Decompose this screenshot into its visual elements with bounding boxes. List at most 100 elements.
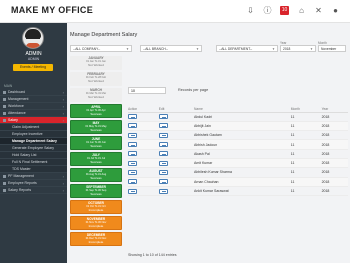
per-page-select[interactable]: 10 bbox=[128, 87, 166, 94]
branch-select[interactable]: --ALL BRANCH-- ▼ bbox=[140, 45, 202, 52]
edit-button[interactable] bbox=[158, 132, 168, 138]
user-icon[interactable]: ● bbox=[331, 6, 340, 15]
menu-icon bbox=[3, 189, 6, 192]
cell-month: 11 bbox=[290, 186, 322, 197]
year-select[interactable]: 2018 ▼ bbox=[280, 45, 316, 52]
sidebar-item[interactable]: Manage Department Salary bbox=[0, 138, 67, 145]
chevron-right-icon: › bbox=[62, 90, 64, 95]
action-button[interactable] bbox=[128, 188, 137, 194]
chevron-down-icon: ▼ bbox=[310, 47, 313, 51]
sidebar-item[interactable]: TDS Master bbox=[0, 166, 67, 173]
table-row: Abhilesh Kumar Sharma 11 2018 bbox=[128, 167, 348, 178]
cell-month: 11 bbox=[290, 130, 322, 141]
month-list: JANUARY 01 Jan To 31 Jan Not Worked FEBRUAR… bbox=[70, 56, 122, 248]
sidebar-item[interactable]: Generate Employee Salary bbox=[0, 145, 67, 152]
action-button[interactable] bbox=[128, 179, 137, 185]
chevron-right-icon: › bbox=[62, 174, 64, 179]
edit-button[interactable] bbox=[158, 169, 168, 175]
events-meeting-button[interactable]: Events / Meeting bbox=[13, 64, 53, 71]
month-status: Success bbox=[90, 192, 102, 196]
month-card[interactable]: FEBRUARY 01 Feb To 28 Feb Not Worked bbox=[70, 72, 122, 86]
month-card[interactable]: MARCH 01 Mar To 31 Mar Not Worked bbox=[70, 88, 122, 102]
edit-button[interactable] bbox=[158, 142, 168, 148]
sidebar-item-label: Workforce bbox=[8, 104, 24, 108]
menu-icon bbox=[3, 119, 6, 122]
menu-icon bbox=[3, 98, 6, 101]
sidebar-item[interactable]: › Management bbox=[0, 96, 67, 103]
cell-month: 11 bbox=[290, 158, 322, 169]
tools-icon[interactable]: ✕ bbox=[314, 6, 323, 15]
menu-icon bbox=[3, 182, 6, 185]
page-title: Manage Department Salary bbox=[70, 32, 138, 38]
action-button[interactable] bbox=[128, 160, 137, 166]
per-page-label: Records per page bbox=[178, 88, 209, 92]
company-select[interactable]: --ALL COMPANY-- ▼ bbox=[70, 45, 132, 52]
sidebar-item-label: Salary Reports bbox=[8, 188, 32, 192]
action-button[interactable] bbox=[128, 123, 137, 129]
month-card[interactable]: JUNE 01 Jun To 30 Jun Success bbox=[70, 136, 122, 150]
sidebar-item-label: Employee Incentive bbox=[12, 132, 43, 136]
sidebar-item[interactable]: › Attendance bbox=[0, 110, 67, 117]
cell-name: Abhish Jadoun bbox=[193, 139, 291, 150]
cell-name: Abdul Kadri bbox=[193, 112, 291, 122]
month-card[interactable]: SEPTEMBER 01 Sep To 30 Sep Success bbox=[70, 184, 122, 198]
sidebar-item-label: Dashboard bbox=[8, 90, 26, 94]
table-summary: Showing 1 to 10 of 144 entries bbox=[128, 253, 177, 257]
table-row: Akash Pal 11 2018 bbox=[128, 149, 348, 160]
sidebar-item[interactable]: › Salary Reports bbox=[0, 187, 67, 194]
chevron-down-icon: ▼ bbox=[272, 47, 275, 51]
sidebar-item[interactable]: Claim Adjustment bbox=[0, 124, 67, 131]
month-card[interactable]: OCTOBER 01 Oct To 31 Oct Incomplete bbox=[70, 200, 122, 214]
sidebar-item-label: Generate Employee Salary bbox=[12, 146, 55, 150]
month-card[interactable]: MAY 01 May To 31 May Success bbox=[70, 120, 122, 134]
cell-year: 2018 bbox=[321, 130, 348, 141]
month-card[interactable]: APRIL 01 Apr To 30 Apr Success bbox=[70, 104, 122, 118]
sidebar-item[interactable]: Hold Salary List bbox=[0, 152, 67, 159]
sidebar-item[interactable]: Employee Incentive bbox=[0, 131, 67, 138]
menu-icon bbox=[3, 91, 6, 94]
edit-button[interactable] bbox=[158, 114, 168, 120]
sidebar-item[interactable]: › Workforce bbox=[0, 103, 67, 110]
month-card[interactable]: NOVEMBER 01 Nov To 30 Nov Incomplete bbox=[70, 216, 122, 230]
sidebar: ADMIN ADMIN Events / Meeting MAIN › Dashb… bbox=[0, 23, 67, 263]
sidebar-item[interactable]: Full N Final Settlement bbox=[0, 159, 67, 166]
edit-button[interactable] bbox=[158, 123, 168, 129]
edit-button[interactable] bbox=[158, 179, 168, 185]
action-button[interactable] bbox=[128, 132, 137, 138]
month-card[interactable]: AUGUST 01 Aug To 31 Aug Success bbox=[70, 168, 122, 182]
action-button[interactable] bbox=[128, 114, 137, 120]
sidebar-item[interactable]: › Dashboard bbox=[0, 89, 67, 96]
table-row: Arnan Chauhan 11 2018 bbox=[128, 177, 348, 187]
notification-icon[interactable]: 10 bbox=[280, 6, 289, 15]
month-status: Success bbox=[90, 112, 102, 116]
department-select[interactable]: --ALL DEPARTMENT-- ▼ bbox=[216, 45, 278, 52]
month-select[interactable]: November bbox=[318, 45, 346, 52]
sidebar-item-label: Hold Salary List bbox=[12, 153, 37, 157]
action-button[interactable] bbox=[128, 151, 137, 157]
table-row: Ankit Kumar Saraswat 11 2018 bbox=[128, 186, 348, 197]
sidebar-item-label: Manage Department Salary bbox=[12, 139, 57, 143]
cell-name: Arnan Chauhan bbox=[193, 177, 291, 187]
download-icon[interactable]: ⇩ bbox=[246, 6, 255, 15]
sidebar-item[interactable]: › Employee Reports bbox=[0, 180, 67, 187]
cell-month: 11 bbox=[290, 121, 322, 132]
edit-button[interactable] bbox=[158, 151, 168, 157]
user-role: ADMIN bbox=[27, 57, 40, 61]
cell-year: 2018 bbox=[321, 167, 348, 178]
month-card[interactable]: JANUARY 01 Jan To 31 Jan Not Worked bbox=[70, 56, 122, 70]
cell-name: Abhishek Gautam bbox=[193, 130, 291, 141]
month-status: Not Worked bbox=[88, 79, 104, 83]
edit-button[interactable] bbox=[158, 160, 168, 166]
cell-month: 11 bbox=[290, 112, 322, 122]
month-card[interactable]: DECEMBER 01 Dec To 31 Dec Incomplete bbox=[70, 232, 122, 246]
chevron-right-icon: › bbox=[62, 104, 64, 109]
chevron-right-icon: › bbox=[62, 118, 64, 123]
home-icon[interactable]: ⌂ bbox=[297, 6, 306, 15]
action-button[interactable] bbox=[128, 169, 137, 175]
action-button[interactable] bbox=[128, 142, 137, 148]
info-icon[interactable]: ⓘ bbox=[263, 6, 272, 15]
edit-button[interactable] bbox=[158, 188, 168, 194]
sidebar-item[interactable]: › Salary bbox=[0, 117, 67, 124]
month-card[interactable]: JULY 01 Jul To 31 Jul Success bbox=[70, 152, 122, 166]
sidebar-item[interactable]: › PF Management bbox=[0, 173, 67, 180]
